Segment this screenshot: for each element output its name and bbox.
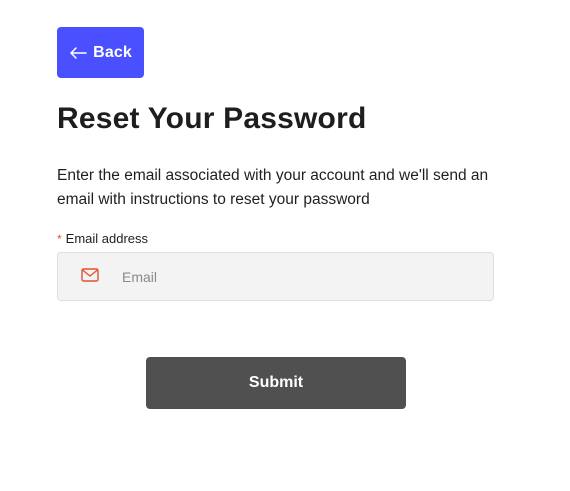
email-label-text: Email address <box>65 231 149 246</box>
back-button[interactable]: Back <box>57 27 144 78</box>
page-description: Enter the email associated with your acc… <box>57 167 489 208</box>
back-button-label: Back <box>93 43 132 61</box>
submit-button-label: Submit <box>248 374 304 391</box>
reset-password-page: Back Reset Your Password Enter the email… <box>0 0 570 491</box>
email-field-container <box>57 252 494 301</box>
page-title: Reset Your Password <box>57 102 367 135</box>
mail-icon <box>81 268 99 282</box>
required-marker: * <box>57 231 62 246</box>
submit-button[interactable]: Submit <box>146 357 406 409</box>
arrow-left-icon <box>69 46 87 60</box>
email-input[interactable] <box>122 253 482 300</box>
email-label: * Email address <box>57 231 148 246</box>
